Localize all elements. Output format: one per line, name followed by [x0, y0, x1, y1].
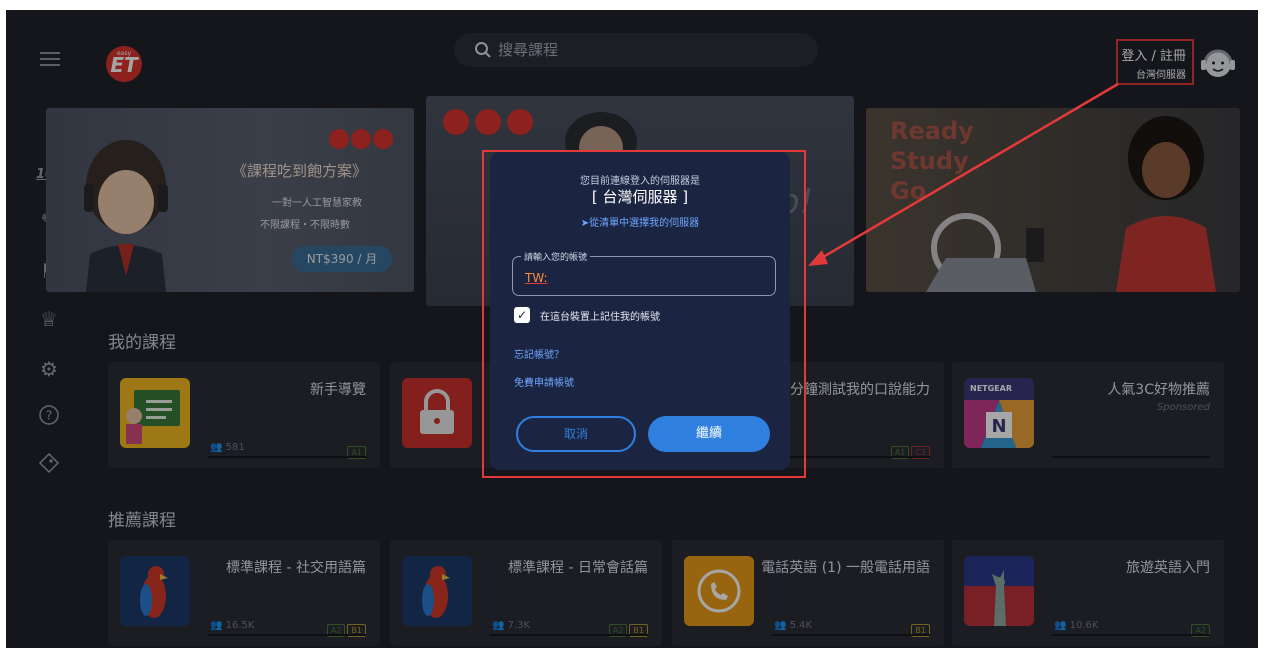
remember-label: 在這台裝置上記住我的帳號 — [540, 312, 660, 323]
cancel-button[interactable]: 取消 — [516, 416, 636, 452]
register-link[interactable]: 免費申請帳號 — [514, 374, 574, 389]
remember-checkbox[interactable]: ✓ — [514, 307, 530, 323]
server-note: 您目前連線登入的伺服器是 — [580, 176, 700, 187]
account-input[interactable] — [525, 269, 765, 287]
choose-server-link[interactable]: ➤從清單中選擇我的伺服器 — [490, 214, 790, 229]
continue-button[interactable]: 繼續 — [648, 416, 770, 452]
forgot-account-link[interactable]: 忘記帳號？ — [514, 346, 564, 361]
server-name: [ 台灣伺服器 ] — [591, 188, 689, 206]
app-window: 100 ✎ ⚑ ♕ ⚙ ? ET easy 登入 / 註冊 台灣伺服器 — [6, 10, 1258, 648]
account-field-label: 請輸入您的帳號 — [521, 250, 591, 263]
login-dialog: 您目前連線登入的伺服器是 [ 台灣伺服器 ] ➤從清單中選擇我的伺服器 請輸入您… — [490, 152, 790, 470]
account-field[interactable]: 請輸入您的帳號 — [512, 250, 776, 296]
